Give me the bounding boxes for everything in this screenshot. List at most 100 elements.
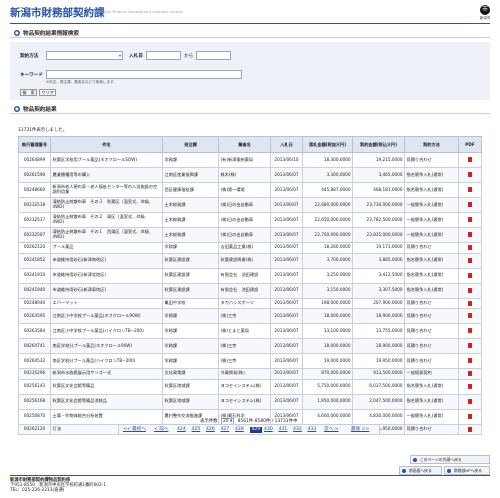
pdf-icon[interactable]	[468, 383, 472, 389]
pdf-link[interactable]	[458, 212, 482, 228]
back-to-top-button[interactable]: このページの先頭へ戻る	[410, 455, 490, 464]
pdf-link[interactable]	[458, 227, 482, 243]
pdf-icon[interactable]	[468, 217, 472, 223]
management-number[interactable]: 00235296	[18, 368, 51, 380]
item-name: 新潟市老人憩の家・老人福祉センター等の入浴施設の空調利用業	[50, 182, 163, 198]
pdf-link[interactable]	[458, 297, 482, 309]
management-number[interactable]: 00263595	[18, 308, 51, 324]
results-table: 執行管理番号 件名 発注課 業者名 入札日 落札金額(税抜)(円) 契約金額(税込)(円) 契…	[18, 136, 482, 435]
page-link[interactable]: 424	[177, 427, 186, 433]
pdf-icon[interactable]	[468, 245, 472, 251]
pdf-icon[interactable]	[468, 358, 472, 364]
bid-date: 2013/06/07	[270, 353, 303, 369]
bid-date: 2013/06/07	[270, 267, 303, 284]
management-number[interactable]: 00264741	[18, 338, 51, 354]
management-number[interactable]: 00248660	[18, 182, 51, 198]
ordering-section: 西区健康福祉課	[162, 182, 219, 198]
management-number[interactable]: 00232517	[18, 212, 51, 228]
contract-amount: 3,465,0000	[352, 167, 405, 183]
pdf-link[interactable]	[458, 197, 482, 213]
management-number[interactable]: 00256168	[18, 393, 51, 410]
table-row: 00264741 南区学校分プール薬品(ネオクロール90W) 学務課 (株)三京 201…	[18, 338, 482, 354]
pdf-link[interactable]	[458, 308, 482, 324]
pdf-link[interactable]	[458, 323, 482, 339]
management-number[interactable]: 00256143	[18, 378, 51, 395]
contract-method-select[interactable]: ▾	[46, 51, 123, 60]
next-page-link[interactable]: 次へ >	[324, 427, 339, 433]
page-link[interactable]: 432	[293, 427, 302, 433]
page-link[interactable]: 433	[308, 427, 317, 433]
pdf-icon[interactable]	[468, 313, 472, 319]
pdf-icon[interactable]	[468, 343, 472, 349]
clear-button[interactable]: クリア	[39, 89, 56, 96]
back-previous-button[interactable]: 前画面へ戻る	[399, 466, 442, 475]
pdf-link[interactable]	[458, 353, 482, 369]
management-number[interactable]: 00264532	[18, 353, 51, 369]
pdf-icon[interactable]	[468, 300, 472, 306]
pdf-icon[interactable]	[468, 157, 472, 163]
management-number[interactable]: 00241940	[18, 282, 51, 299]
table-row: 00235296 新潟市水族館展示用サンゴ一式 文化政策課 冷蔵興発(株) 2013/0…	[18, 368, 482, 380]
pdf-link[interactable]	[458, 267, 482, 284]
winning-bid-amount: 18,000,0000	[302, 308, 353, 324]
management-number[interactable]: 00261590	[18, 167, 51, 183]
bid-date: 2013/06/07	[270, 393, 303, 410]
page-link[interactable]: 430	[264, 427, 273, 433]
management-number[interactable]: 00248940	[18, 297, 51, 309]
pdf-icon[interactable]	[468, 371, 472, 377]
page-link[interactable]: 428	[235, 427, 244, 433]
management-number[interactable]: 00263584	[18, 323, 51, 339]
pdf-link[interactable]	[458, 152, 482, 168]
vendor-name: 秋葉建設興業(株)	[218, 252, 271, 269]
pdf-icon[interactable]	[468, 413, 472, 419]
page-link[interactable]: 426	[206, 427, 215, 433]
prev-page-link[interactable]: < 前へ	[154, 427, 169, 433]
pdf-link[interactable]	[458, 408, 482, 425]
pdf-icon[interactable]	[468, 328, 472, 334]
pdf-link[interactable]	[458, 242, 482, 254]
bid-date-from-input[interactable]	[146, 51, 181, 60]
pdf-link[interactable]	[458, 167, 482, 183]
pdf-link[interactable]	[458, 338, 482, 354]
management-number[interactable]: 00232518	[18, 197, 51, 213]
page-link[interactable]: 427	[221, 427, 230, 433]
management-number[interactable]: 00241910	[18, 267, 51, 284]
pdf-link[interactable]	[458, 282, 482, 299]
management-number[interactable]: 00241852	[18, 252, 51, 269]
management-number[interactable]: 00232507	[18, 227, 51, 243]
ordering-section: 文化政策課	[162, 368, 219, 380]
search-button[interactable]: 検 索	[20, 89, 37, 96]
pdf-link[interactable]	[458, 368, 482, 380]
contract-method: 一般競争入札(通常)	[404, 212, 459, 228]
pdf-icon[interactable]	[468, 202, 472, 208]
management-number[interactable]: 00264899	[18, 152, 51, 168]
pdf-link[interactable]	[458, 252, 482, 269]
pdf-icon[interactable]	[468, 426, 472, 432]
first-page-link[interactable]: << 最初へ	[123, 427, 146, 433]
keyword-input[interactable]	[46, 70, 242, 79]
contract-amount: 18,900,0000	[352, 308, 405, 324]
pdf-icon[interactable]	[468, 257, 472, 263]
pdf-link[interactable]	[458, 378, 482, 395]
city-logo[interactable]: 市 新潟市	[474, 5, 496, 22]
pdf-link[interactable]	[458, 423, 482, 435]
pdf-icon[interactable]	[468, 272, 472, 278]
management-number[interactable]: 00250870	[18, 408, 51, 425]
pdf-icon[interactable]	[468, 187, 472, 193]
finance-home-button[interactable]: 財務部HPへ戻る	[444, 466, 490, 475]
pdf-icon[interactable]	[468, 172, 472, 178]
pdf-link[interactable]	[458, 393, 482, 410]
item-name: 凍結防止剤散布車 その２ 東区（温室式、4t級、4WD)	[50, 212, 163, 228]
pdf-icon[interactable]	[468, 232, 472, 238]
page-link[interactable]: 431	[279, 427, 288, 433]
pdf-icon[interactable]	[468, 398, 472, 404]
pdf-link[interactable]	[458, 182, 482, 198]
bid-date: 2013/06/07	[270, 242, 303, 254]
last-page-link[interactable]: 最後 >>	[351, 427, 369, 433]
management-number[interactable]: 00262129	[18, 423, 51, 435]
bid-date-to-input[interactable]	[196, 51, 231, 60]
page-link[interactable]: 425	[192, 427, 201, 433]
management-number[interactable]: 00262120	[18, 242, 51, 254]
pdf-icon[interactable]	[468, 287, 472, 293]
contract-amount: 19,215,0000	[352, 152, 405, 168]
